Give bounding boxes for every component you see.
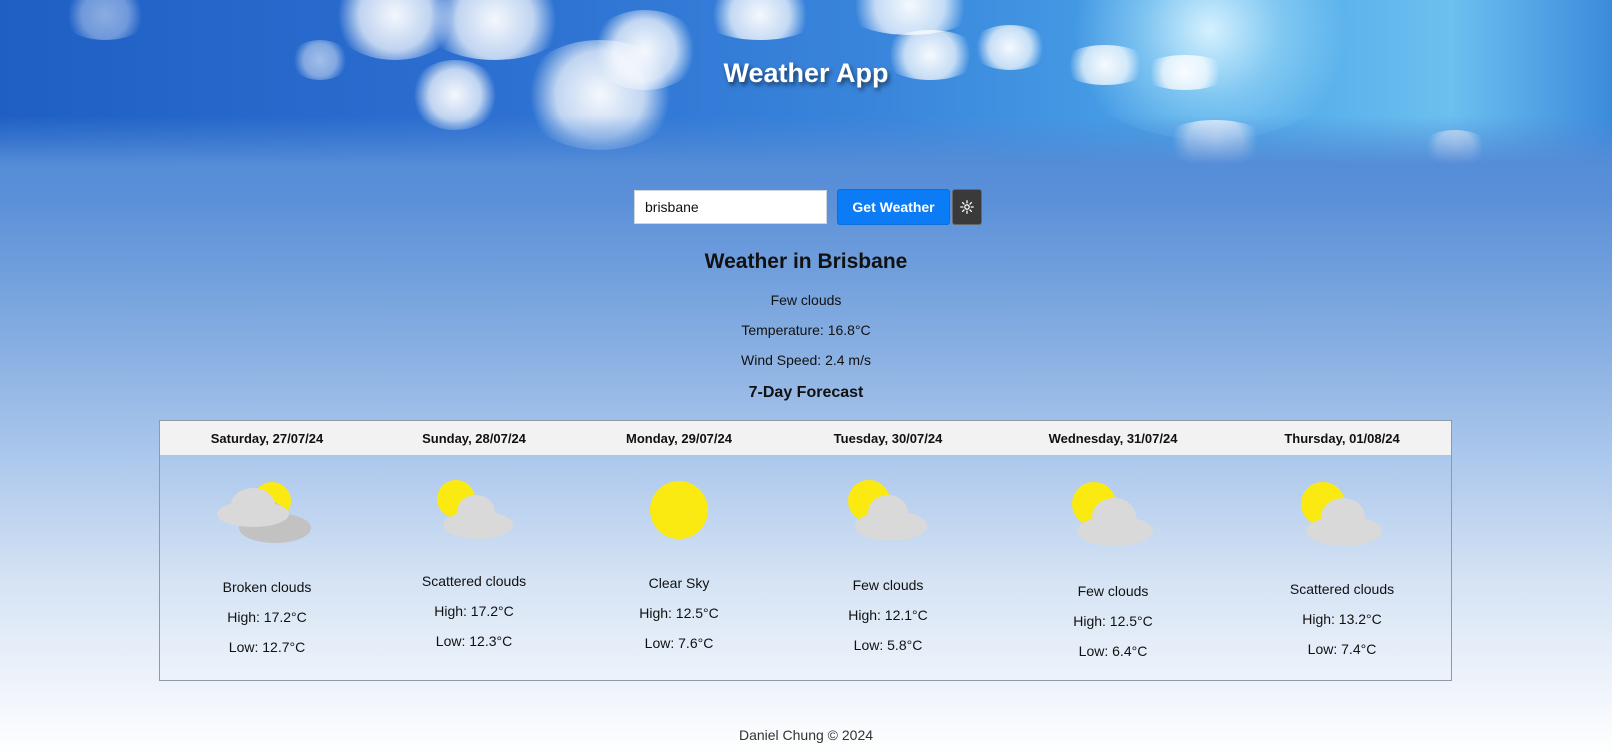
forecast-low: Low: 12.7°C: [228, 639, 306, 655]
forecast-day-name: Saturday, 27/07/24: [210, 431, 324, 446]
forecast-low: Low: 12.3°C: [435, 633, 513, 649]
forecast-day-name: Monday, 29/07/24: [626, 431, 732, 446]
forecast-panel: Saturday, 27/07/24 Broken clouds High: 1…: [159, 420, 1452, 681]
current-temperature: Temperature: 16.8°C: [741, 322, 871, 338]
current-wind-speed: Wind Speed: 2.4 m/s: [741, 352, 871, 368]
forecast-description: Broken clouds: [222, 579, 312, 595]
clear-sky-icon: [650, 481, 708, 539]
forecast-high: High: 12.5°C: [639, 605, 719, 621]
forecast-description: Clear Sky: [648, 575, 710, 591]
forecast-high: High: 12.1°C: [848, 607, 928, 623]
broken-clouds-icon: [217, 482, 311, 543]
few-clouds-icon: [1072, 482, 1153, 546]
search-row: Get Weather: [634, 189, 982, 225]
scattered-clouds-icon: [437, 480, 513, 539]
current-description: Few clouds: [770, 292, 842, 308]
forecast-day-name: Sunday, 28/07/24: [422, 431, 526, 446]
current-city-heading: Weather in Brisbane: [704, 250, 908, 273]
forecast-low: Low: 7.6°C: [644, 635, 714, 651]
forecast-day-name: Tuesday, 30/07/24: [833, 431, 943, 446]
scattered-clouds-icon: [1301, 482, 1382, 546]
forecast-low: Low: 7.4°C: [1307, 641, 1377, 657]
forecast-description: Few clouds: [852, 577, 924, 593]
forecast-high: High: 17.2°C: [434, 603, 514, 619]
cloud-decoration: [700, 0, 820, 40]
forecast-header-row: [160, 421, 1451, 455]
forecast-high: High: 17.2°C: [227, 609, 307, 625]
cloud-decoration: [1420, 130, 1490, 165]
forecast-day-name: Wednesday, 31/07/24: [1048, 431, 1178, 446]
footer-credit: Daniel Chung © 2024: [738, 727, 874, 743]
forecast-description: Scattered clouds: [1289, 581, 1395, 597]
forecast-description: Scattered clouds: [421, 573, 527, 589]
forecast-high: High: 12.5°C: [1073, 613, 1153, 629]
forecast-heading: 7-Day Forecast: [748, 384, 864, 401]
city-input[interactable]: [634, 190, 827, 224]
app-title: Weather App: [723, 58, 889, 88]
get-weather-button[interactable]: Get Weather: [837, 189, 950, 225]
cloud-decoration: [420, 0, 570, 60]
forecast-low: Low: 5.8°C: [853, 637, 923, 653]
cloud-decoration: [60, 0, 150, 40]
cloud-decoration: [1160, 120, 1270, 165]
forecast-description: Few clouds: [1077, 583, 1149, 599]
forecast-low: Low: 6.4°C: [1078, 643, 1148, 659]
theme-toggle-button[interactable]: [952, 189, 982, 225]
few-clouds-icon: [848, 480, 927, 540]
sun-icon: [960, 200, 974, 214]
forecast-day-name: Thursday, 01/08/24: [1284, 431, 1400, 446]
forecast-high: High: 13.2°C: [1302, 611, 1382, 627]
cloud-decoration: [840, 0, 980, 35]
